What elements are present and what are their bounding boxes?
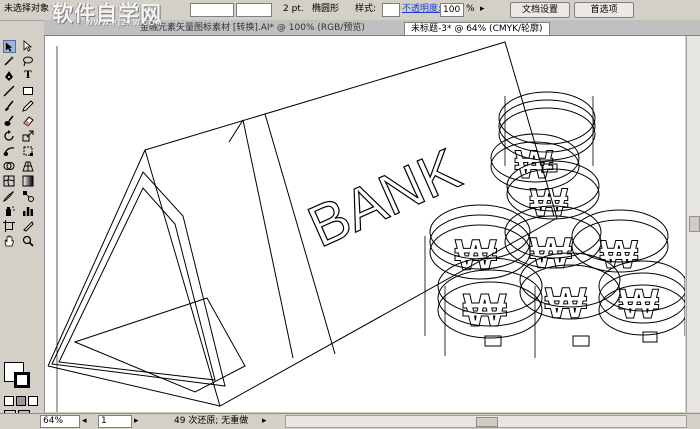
status-bar: 64% ◂ 1 ▸ 49 次还原; 无重做 ▸ — [0, 413, 700, 429]
zoom-level-field[interactable]: 64% — [40, 415, 80, 428]
paintbrush-icon[interactable] — [3, 100, 15, 112]
scale-tool-icon[interactable] — [22, 130, 34, 142]
pencil-icon[interactable] — [22, 100, 34, 112]
page-number-field[interactable]: 1 — [98, 415, 132, 428]
vertical-scrollbar[interactable] — [686, 36, 700, 412]
slice-tool-icon[interactable] — [22, 220, 34, 232]
sign-bottom-edge — [47, 365, 221, 407]
blend-tool-icon[interactable] — [22, 190, 34, 202]
sign-stripe-cap — [228, 119, 244, 143]
brush-shape[interactable]: 椭圆形 — [312, 3, 339, 16]
sign-back-edge — [47, 149, 146, 367]
mesh-tool-icon[interactable] — [3, 175, 15, 187]
horizontal-scroll-thumb[interactable] — [476, 417, 498, 427]
coin-symbol: ₩ — [455, 231, 497, 280]
undo-status: 49 次还原; 无重做 — [174, 416, 249, 426]
stroke-width-value[interactable]: 2 pt. — [283, 3, 304, 16]
style-dropdown[interactable] — [382, 3, 400, 17]
gradient-swatch-icon[interactable] — [16, 396, 26, 406]
opacity-unit: % — [466, 4, 475, 14]
opacity-label[interactable]: 不透明度: — [402, 3, 441, 16]
eyedropper-icon[interactable] — [3, 190, 15, 202]
rotate-tool-icon[interactable] — [3, 130, 15, 142]
rectangle-tool-icon[interactable] — [22, 85, 34, 97]
next-page-icon[interactable]: ▸ — [134, 416, 139, 427]
artboard-canvas[interactable]: BANK ₩ ₩ ₩ ₩ ₩ ₩ ₩ ₩ — [45, 36, 688, 412]
coin-symbol: ₩ — [530, 229, 572, 278]
sign-inner-frame-2 — [58, 187, 216, 381]
watermark-url: WWW.RJZXW.COM — [86, 19, 163, 27]
opacity-input[interactable]: 100 — [440, 3, 464, 17]
default-fill-stroke-icon[interactable] — [4, 396, 14, 406]
eraser-icon[interactable] — [22, 115, 34, 127]
coin-symbol: ₩ — [530, 181, 568, 225]
opacity-arrow-icon[interactable]: ▸ — [480, 3, 485, 16]
perspective-grid-icon[interactable] — [22, 160, 34, 172]
tools-panel: T — [0, 36, 45, 418]
preferences-button[interactable]: 首选项 — [574, 2, 634, 18]
magic-wand-icon[interactable] — [3, 55, 15, 67]
status-menu-icon[interactable]: ▸ — [262, 416, 267, 427]
warp-tool-icon[interactable] — [3, 145, 15, 157]
lasso-icon[interactable] — [22, 55, 34, 67]
type-tool-icon[interactable]: T — [22, 70, 34, 82]
style-label: 样式: — [355, 4, 377, 14]
tab-untitled-3[interactable]: 未标题-3* @ 64% (CMYK/轮廓) — [404, 22, 550, 35]
sign-inner-frame — [51, 171, 226, 387]
fill-color-dropdown[interactable] — [190, 3, 234, 17]
coin-symbol: ₩ — [619, 280, 659, 327]
sign-stripe-left — [242, 119, 294, 359]
free-transform-icon[interactable] — [22, 145, 34, 157]
artboard-tool-icon[interactable] — [3, 220, 15, 232]
document-setup-button[interactable]: 文档设置 — [510, 2, 570, 18]
coin-symbol: ₩ — [600, 233, 638, 277]
stroke-dropdown[interactable] — [236, 3, 272, 17]
coin-symbol: ₩ — [463, 284, 507, 336]
blob-brush-icon[interactable] — [3, 115, 15, 127]
artwork-outline: BANK ₩ ₩ ₩ ₩ ₩ ₩ ₩ ₩ — [47, 41, 688, 412]
prev-page-icon[interactable]: ◂ — [82, 416, 87, 427]
gradient-tool-icon[interactable] — [22, 175, 34, 187]
shape-builder-icon[interactable] — [3, 160, 15, 172]
stroke-swatch[interactable] — [14, 372, 30, 388]
zoom-tool-icon[interactable] — [22, 235, 34, 247]
symbol-sprayer-icon[interactable] — [3, 205, 15, 217]
horizontal-scrollbar[interactable] — [285, 415, 687, 428]
coin-symbol: ₩ — [545, 279, 587, 328]
tab-finance-icons[interactable]: 金融元素矢量图标素材 [转换].AI* @ 100% (RGB/预览) — [134, 22, 371, 34]
selection-status: 未选择对象 — [4, 4, 50, 14]
sign-bank-text: BANK — [299, 136, 470, 260]
line-tool-icon[interactable] — [3, 85, 15, 97]
pen-tool-icon[interactable] — [3, 70, 15, 82]
selection-tool-icon[interactable] — [3, 40, 16, 53]
hand-tool-icon[interactable] — [3, 235, 15, 247]
graph-tool-icon[interactable] — [22, 205, 34, 217]
direct-selection-tool-icon[interactable] — [22, 40, 34, 52]
none-swatch-icon[interactable] — [28, 396, 38, 406]
vertical-scroll-thumb[interactable] — [689, 216, 700, 232]
